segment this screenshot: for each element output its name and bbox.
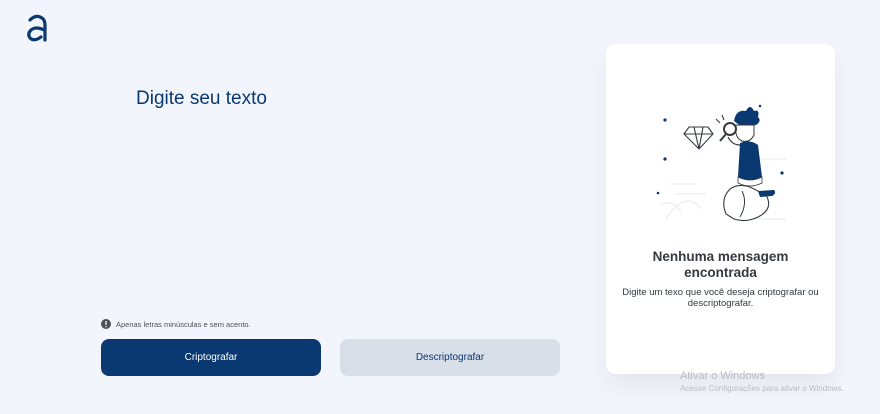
hint-text: Apenas letras minúsculas e sem acento.: [116, 319, 251, 329]
input-hint: Apenas letras minúsculas e sem acento.: [101, 319, 251, 329]
decrypt-button[interactable]: Descriptografar: [340, 339, 560, 376]
encrypt-button[interactable]: Criptografar: [101, 339, 321, 376]
watermark-title: Ativar o Windows: [680, 370, 765, 382]
empty-state-message: Digite um texo que você deseja criptogra…: [622, 287, 819, 309]
empty-state-title-line2: encontrada: [684, 265, 757, 280]
exclamation-circle-icon: [101, 319, 111, 329]
message-input[interactable]: [136, 88, 556, 298]
output-panel: Nenhuma mensagem encontrada Digite um te…: [606, 44, 835, 374]
watermark-subtitle: Acesse Configurações para ativar o Windo…: [680, 384, 844, 393]
empty-state-title-line1: Nenhuma mensagem: [652, 249, 789, 264]
windows-activation-watermark: Ativar o Windows Acesse Configurações pa…: [680, 369, 844, 394]
boy-with-magnifier-illustration: [656, 104, 786, 222]
empty-state-title: Nenhuma mensagem encontrada: [606, 249, 835, 281]
alura-logo-icon[interactable]: [26, 14, 48, 42]
